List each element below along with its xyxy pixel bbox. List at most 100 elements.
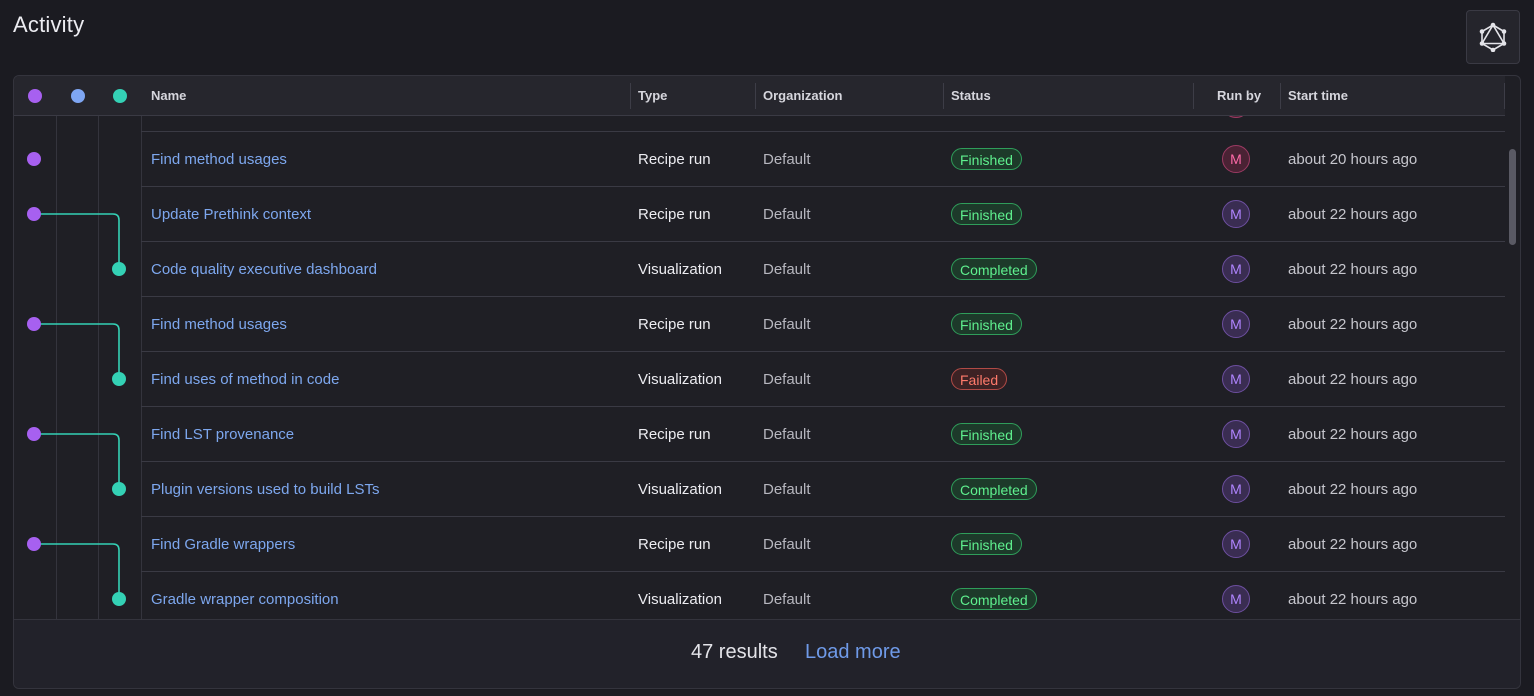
row-type: Visualization (638, 480, 722, 498)
graph-connector (34, 433, 120, 489)
table-row[interactable]: Find uses of method in code Visualization… (141, 352, 1505, 407)
visualization-node (112, 592, 126, 606)
visualization-node (112, 262, 126, 276)
table-row[interactable]: Find LST provenance Recipe run Default Fini… (141, 407, 1505, 462)
row-name-link[interactable]: Find method usages (151, 316, 287, 333)
row-start-time: about 22 hours ago (1288, 590, 1418, 608)
avatar[interactable]: M (1222, 530, 1250, 558)
graph-connector (34, 213, 120, 269)
visualization-node (112, 482, 126, 496)
avatar[interactable]: M (1222, 475, 1250, 503)
row-start-time: about 22 hours ago (1288, 425, 1418, 443)
table-row[interactable]: Find method usages Recipe run Default Finis… (141, 132, 1505, 187)
visualization-node (112, 372, 126, 386)
column-resize-handle[interactable] (1504, 83, 1505, 109)
row-organization: Default (763, 590, 811, 608)
status-badge: Failed (951, 368, 1008, 390)
table-footer: 47 results Load more (14, 619, 1520, 688)
row-type: Recipe run (638, 150, 711, 168)
lane-3-dot[interactable] (113, 89, 127, 103)
row-organization: Default (763, 260, 811, 278)
page-title: Activity (13, 12, 85, 37)
avatar[interactable]: M (1222, 255, 1250, 283)
column-resize-handle[interactable] (1280, 83, 1281, 109)
row-organization: Default (763, 150, 811, 168)
activity-table: Name Type Organization Status Run by Sta… (13, 75, 1521, 689)
row-name-link[interactable]: Find Gradle wrappers (151, 536, 295, 553)
column-resize-handle[interactable] (630, 83, 631, 109)
column-header-type[interactable]: Type (638, 76, 667, 115)
row-organization: Default (763, 425, 811, 443)
row-organization: Default (763, 480, 811, 498)
row-type: Recipe run (638, 535, 711, 553)
row-organization: Default (763, 315, 811, 333)
row-name-link[interactable]: Code quality executive dashboard (151, 261, 377, 278)
recipe-run-node (27, 152, 41, 166)
row-name-link[interactable]: Find LST provenance (151, 426, 294, 443)
recipe-run-node (27, 317, 41, 331)
table-row[interactable]: Update Prethink context Recipe run Default… (141, 187, 1505, 242)
recipe-run-node (27, 207, 41, 221)
row-name-link[interactable]: Plugin versions used to build LSTs (151, 481, 379, 498)
table-row[interactable]: Find method usages Recipe run Default Finis… (141, 297, 1505, 352)
row-start-time: about 20 hours ago (1288, 150, 1418, 168)
table-row-partial (141, 116, 1505, 132)
status-badge: Finished (951, 423, 1022, 445)
recipe-run-node (27, 427, 41, 441)
table-row[interactable]: Gradle wrapper composition Visualization D… (141, 572, 1505, 619)
column-resize-handle[interactable] (943, 83, 944, 109)
status-badge: Completed (951, 258, 1037, 280)
avatar[interactable]: M (1222, 420, 1250, 448)
avatar (1222, 116, 1250, 118)
table-row[interactable]: Code quality executive dashboard Visualiz… (141, 242, 1505, 297)
row-start-time: about 22 hours ago (1288, 205, 1418, 223)
avatar[interactable]: M (1222, 145, 1250, 173)
row-name-link[interactable]: Update Prethink context (151, 206, 311, 223)
row-name-link[interactable]: Gradle wrapper composition (151, 591, 339, 608)
scrollbar-thumb[interactable] (1509, 149, 1516, 245)
row-type: Recipe run (638, 205, 711, 223)
recipe-run-node (27, 537, 41, 551)
row-start-time: about 22 hours ago (1288, 480, 1418, 498)
row-organization: Default (763, 370, 811, 388)
avatar[interactable]: M (1222, 200, 1250, 228)
avatar[interactable]: M (1222, 365, 1250, 393)
graph-button[interactable] (1466, 10, 1520, 64)
status-badge: Completed (951, 588, 1037, 610)
row-name-link[interactable]: Find uses of method in code (151, 371, 339, 388)
table-row[interactable]: Plugin versions used to build LSTs Visual… (141, 462, 1505, 517)
graph-connector (34, 323, 120, 379)
load-more-button[interactable]: Load more (805, 641, 901, 664)
status-badge: Finished (951, 313, 1022, 335)
lane-1-dot[interactable] (28, 89, 42, 103)
avatar[interactable]: M (1222, 310, 1250, 338)
column-header-organization[interactable]: Organization (763, 76, 842, 115)
column-header-start-time[interactable]: Start time (1288, 76, 1348, 115)
graphql-icon (1479, 22, 1507, 52)
avatar[interactable]: M (1222, 585, 1250, 613)
row-name-link[interactable]: Find method usages (151, 151, 287, 168)
column-header-status[interactable]: Status (951, 76, 991, 115)
graph-connector (34, 543, 120, 599)
column-resize-handle[interactable] (1193, 83, 1194, 109)
row-start-time: about 22 hours ago (1288, 370, 1418, 388)
row-organization: Default (763, 205, 811, 223)
lane-2-dot[interactable] (71, 89, 85, 103)
row-type: Visualization (638, 260, 722, 278)
column-resize-handle[interactable] (755, 83, 756, 109)
row-organization: Default (763, 535, 811, 553)
row-start-time: about 22 hours ago (1288, 315, 1418, 333)
activity-graph (27, 152, 126, 606)
row-type: Visualization (638, 590, 722, 608)
column-header-run-by[interactable]: Run by (1217, 76, 1261, 115)
status-badge: Finished (951, 203, 1022, 225)
column-header-name[interactable]: Name (151, 76, 186, 115)
table-row[interactable]: Find Gradle wrappers Recipe run Default Fin… (141, 517, 1505, 572)
row-type: Recipe run (638, 315, 711, 333)
row-start-time: about 22 hours ago (1288, 535, 1418, 553)
status-badge: Completed (951, 478, 1037, 500)
table-body: Find method usages Recipe run Default Finis… (14, 116, 1505, 619)
status-badge: Finished (951, 533, 1022, 555)
row-type: Visualization (638, 370, 722, 388)
row-start-time: about 22 hours ago (1288, 260, 1418, 278)
